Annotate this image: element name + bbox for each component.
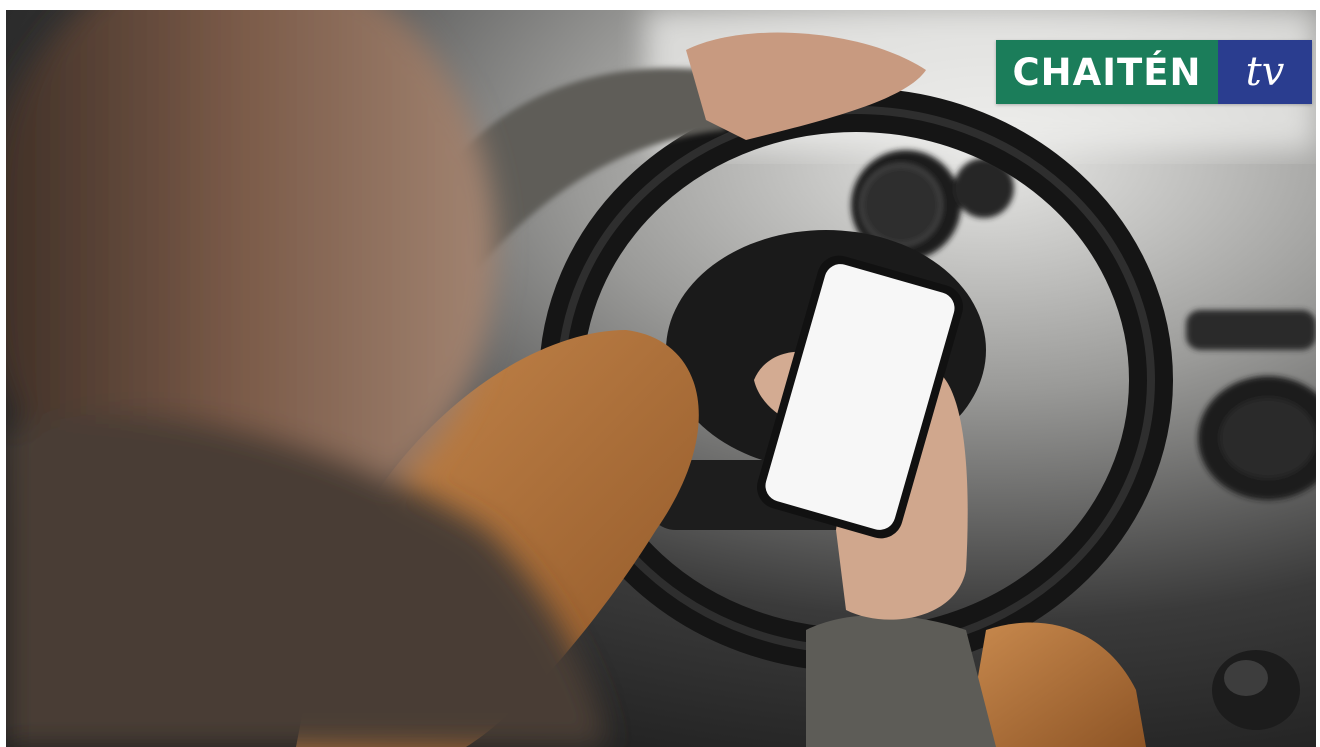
car-interior-illustration bbox=[6, 10, 1316, 747]
photo-scene bbox=[6, 10, 1316, 747]
gear-shift bbox=[1212, 650, 1300, 730]
logo-brand-text: CHAITÉN bbox=[996, 40, 1218, 104]
channel-logo: CHAITÉN tv bbox=[996, 40, 1312, 104]
logo-suffix-text: tv bbox=[1218, 40, 1312, 104]
